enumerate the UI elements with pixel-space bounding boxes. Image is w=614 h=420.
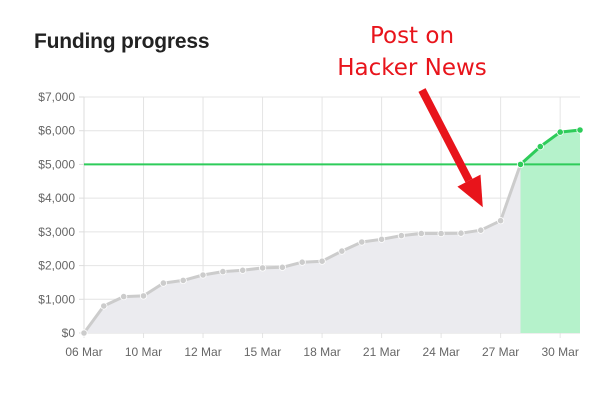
x-tick-label: 12 Mar: [184, 345, 221, 359]
x-tick-label: 18 Mar: [303, 345, 340, 359]
series-2-area: [520, 130, 580, 333]
series-1-point: [457, 229, 465, 237]
y-tick-label: $2,000: [38, 259, 75, 273]
series-1-point: [417, 229, 425, 238]
funding-chart: $0 $1,000 $2,000 $3,000 $4,000 $5,000 $6,000 $7…: [38, 88, 584, 359]
x-tick-label: 27 Mar: [482, 345, 519, 359]
y-tick-label: $0: [62, 326, 76, 340]
annotation-arrow-shaft: [418, 88, 473, 183]
series-1-point: [397, 232, 405, 240]
y-tick-label: $7,000: [38, 90, 75, 104]
series-1-point: [120, 292, 128, 301]
series-1-point: [298, 258, 306, 266]
y-tick-label: $6,000: [38, 124, 75, 138]
series-1-point: [80, 329, 88, 337]
series-1-point: [258, 264, 267, 272]
y-tick-label: $3,000: [38, 225, 75, 239]
series-2-point: [516, 160, 525, 168]
x-tick-label: 06 Mar: [65, 345, 102, 359]
series-1-point: [100, 302, 108, 310]
series-1-point: [338, 247, 346, 255]
x-tick-label: 10 Mar: [125, 345, 162, 359]
y-tick-label: $1,000: [38, 292, 75, 306]
series-1-point: [496, 217, 505, 225]
series-1-point: [179, 276, 187, 284]
series-2-point: [536, 143, 544, 151]
series-1-point: [377, 235, 386, 243]
x-tick-label: 24 Mar: [422, 345, 459, 359]
series-2-point: [576, 126, 584, 134]
x-tick-label: 15 Mar: [244, 345, 281, 359]
series-1-point: [199, 271, 207, 279]
series-1-point: [437, 229, 445, 238]
x-tick-label: 21 Mar: [363, 345, 400, 359]
series-1-point: [239, 266, 247, 274]
series-1-point: [278, 263, 286, 271]
series-1-point: [159, 279, 167, 287]
x-tick-label: 30 Mar: [541, 345, 578, 359]
y-tick-label: $5,000: [38, 157, 75, 171]
series-1-area: [84, 164, 521, 333]
arrow-layer: [418, 88, 483, 208]
y-tick-label: $4,000: [38, 191, 75, 205]
series-1-point: [477, 226, 485, 234]
series-1-point: [219, 267, 227, 276]
series-1-point: [358, 238, 366, 246]
series-1-point: [318, 257, 326, 265]
series-2-point: [556, 128, 564, 136]
series-1-point: [139, 292, 148, 300]
